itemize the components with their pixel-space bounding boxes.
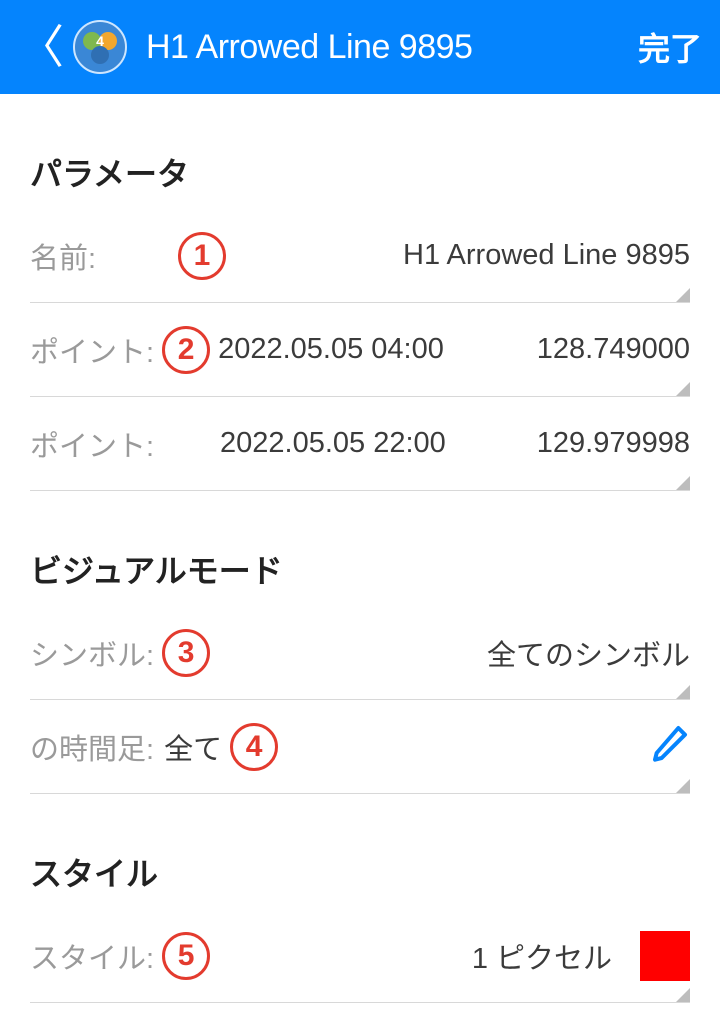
annotation-badge-5: 5 [162, 932, 210, 980]
style-label: スタイル: [30, 935, 154, 977]
section-visual-mode-title: ビジュアルモード [30, 546, 690, 592]
timeframe-value: 全て [164, 726, 222, 768]
section-parameters-title: パラメータ [30, 149, 690, 195]
annotation-badge-2: 2 [162, 326, 210, 374]
point1-price: 128.749000 [537, 333, 690, 366]
row-name[interactable]: 名前: 1 H1 Arrowed Line 9895 [30, 209, 690, 303]
app-logo-icon: 4 [72, 19, 128, 75]
symbol-label: シンボル: [30, 632, 154, 674]
point1-datetime: 2022.05.05 04:00 [218, 333, 444, 366]
done-button[interactable]: 完了 [638, 24, 702, 70]
annotation-badge-4: 4 [230, 723, 278, 771]
row-symbol[interactable]: シンボル: 3 全てのシンボル [30, 606, 690, 700]
row-point-1[interactable]: ポイント: 2 2022.05.05 04:00 128.749000 [30, 303, 690, 397]
style-color-swatch[interactable] [640, 931, 690, 981]
name-label: 名前: [30, 235, 170, 277]
row-timeframe[interactable]: の時間足: 全て 4 [30, 700, 690, 794]
point2-label: ポイント: [30, 423, 220, 465]
svg-text:4: 4 [96, 33, 104, 49]
style-value: 1 ピクセル [472, 935, 612, 977]
name-value: H1 Arrowed Line 9895 [403, 239, 690, 272]
annotation-badge-3: 3 [162, 629, 210, 677]
timeframe-label: の時間足: [30, 726, 154, 768]
point2-datetime: 2022.05.05 22:00 [220, 427, 446, 460]
annotation-badge-1: 1 [178, 232, 226, 280]
row-style[interactable]: スタイル: 5 1 ピクセル [30, 909, 690, 1003]
header-title: H1 Arrowed Line 9895 [146, 28, 638, 67]
content-area: パラメータ 名前: 1 H1 Arrowed Line 9895 ポイント: 2… [0, 149, 720, 1003]
section-style-title: スタイル [30, 849, 690, 895]
back-chevron-icon[interactable]: 〈 [18, 24, 64, 70]
header-bar: 〈 4 H1 Arrowed Line 9895 完了 [0, 0, 720, 94]
symbol-value: 全てのシンボル [487, 632, 690, 674]
edit-pencil-icon[interactable] [650, 723, 690, 770]
point2-price: 129.979998 [537, 427, 690, 460]
row-point-2[interactable]: ポイント: 2022.05.05 22:00 129.979998 [30, 397, 690, 491]
point1-label: ポイント: [30, 329, 154, 371]
